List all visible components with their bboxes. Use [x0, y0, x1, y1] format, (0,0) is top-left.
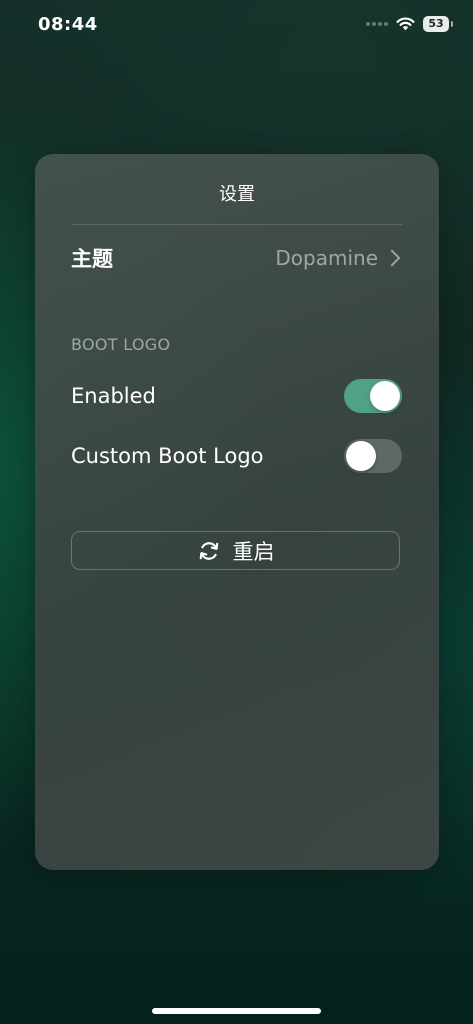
- custom-boot-logo-row: Custom Boot Logo: [71, 438, 402, 474]
- boot-logo-section-header: BOOT LOGO: [71, 335, 171, 354]
- theme-label: 主题: [71, 247, 113, 271]
- restart-button-label: 重启: [232, 540, 275, 564]
- toggle-knob: [346, 441, 376, 471]
- battery-icon: 53: [423, 16, 453, 32]
- theme-value-group: Dopamine: [275, 246, 402, 270]
- refresh-icon: [199, 541, 218, 560]
- enabled-toggle[interactable]: [344, 379, 402, 413]
- theme-row[interactable]: 主题 Dopamine: [71, 240, 402, 276]
- theme-value: Dopamine: [275, 246, 378, 270]
- toggle-knob: [370, 381, 400, 411]
- enabled-row: Enabled: [71, 378, 402, 414]
- cellular-signal-icon: [366, 22, 388, 26]
- chevron-right-icon: [383, 249, 401, 267]
- custom-boot-logo-toggle[interactable]: [344, 439, 402, 473]
- title-divider: [71, 224, 402, 225]
- status-bar: 08:44 53: [0, 0, 473, 52]
- enabled-label: Enabled: [71, 384, 156, 408]
- status-time: 08:44: [38, 14, 98, 35]
- home-indicator[interactable]: [152, 1008, 321, 1014]
- status-indicators: 53: [366, 16, 453, 32]
- custom-boot-logo-label: Custom Boot Logo: [71, 444, 264, 468]
- settings-card: 设置 主题 Dopamine BOOT LOGO Enabled Custom …: [35, 154, 439, 870]
- wifi-icon: [396, 17, 415, 31]
- settings-title: 设置: [219, 184, 255, 205]
- restart-button[interactable]: 重启: [71, 531, 400, 570]
